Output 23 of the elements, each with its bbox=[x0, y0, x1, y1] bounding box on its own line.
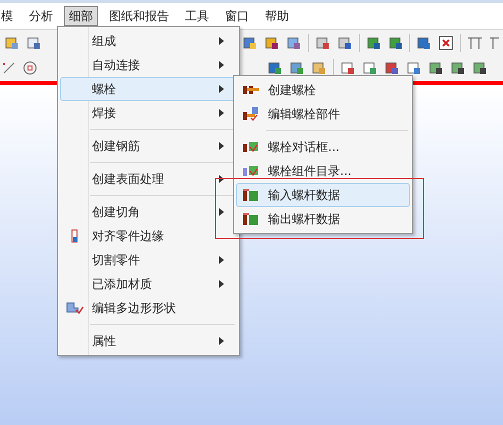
menu-item[interactable]: 创建螺栓 bbox=[236, 78, 410, 102]
menu-item[interactable]: 图纸和报告 bbox=[104, 6, 174, 26]
menu-item[interactable]: 螺栓对话框... bbox=[236, 135, 410, 159]
menu-item[interactable]: 创建钢筋 bbox=[60, 134, 237, 158]
menu-item[interactable]: 焊接 bbox=[60, 101, 237, 125]
menu-item[interactable]: 切割零件 bbox=[60, 248, 237, 272]
menu-item[interactable]: 属性 bbox=[60, 329, 237, 353]
menu-item[interactable]: 工具 bbox=[180, 6, 214, 26]
menu-item[interactable]: 编辑螺栓部件 bbox=[236, 102, 410, 126]
menu-item[interactable]: 已添加材质 bbox=[60, 272, 237, 296]
menu-item[interactable]: 组成 bbox=[60, 29, 237, 53]
menu-item[interactable]: 帮助 bbox=[260, 6, 294, 26]
menu-item[interactable]: 输入螺杆数据 bbox=[236, 183, 410, 207]
menu-item[interactable]: 自动连接 bbox=[60, 53, 237, 77]
menu-item[interactable]: 编辑多边形形状 bbox=[60, 296, 237, 320]
menu-item[interactable]: 输出螺杆数据 bbox=[236, 207, 410, 231]
menu-item[interactable]: 创建表面处理 bbox=[60, 167, 237, 191]
menu-item[interactable]: 细部 bbox=[64, 6, 98, 26]
menu-item[interactable]: 分析 bbox=[24, 6, 58, 26]
menu-item[interactable]: 对齐零件边缘 bbox=[60, 224, 237, 248]
menu-item[interactable]: 窗口 bbox=[220, 6, 254, 26]
menu-item[interactable]: 创建切角 bbox=[60, 200, 237, 224]
menu-item[interactable]: 模 bbox=[0, 6, 18, 26]
